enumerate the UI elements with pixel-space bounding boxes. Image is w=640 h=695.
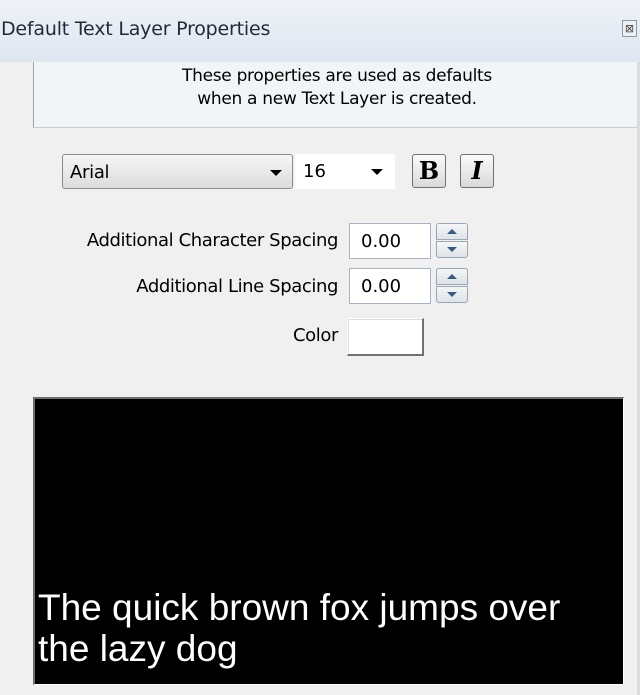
color-swatch-button[interactable]	[347, 318, 424, 356]
bold-button[interactable]: B	[412, 154, 446, 188]
font-size-value: 16	[303, 161, 326, 182]
preview-text: The quick brown fox jumps over the lazy …	[38, 587, 561, 669]
info-panel: These properties are used as defaults wh…	[33, 62, 640, 128]
text-preview: The quick brown fox jumps over the lazy …	[33, 397, 624, 685]
font-family-dropdown[interactable]: Arial	[62, 154, 293, 189]
arrow-down-icon	[447, 292, 457, 297]
window-title: Default Text Layer Properties	[1, 18, 271, 40]
info-line-2: when a new Text Layer is created.	[197, 89, 477, 109]
char-spacing-value: 0.00	[361, 231, 402, 252]
title-bar: Default Text Layer Properties ⊠	[0, 0, 640, 62]
line-spacing-input[interactable]: 0.00	[349, 268, 431, 304]
italic-button[interactable]: I	[460, 154, 494, 188]
font-size-dropdown[interactable]: 16	[295, 154, 395, 189]
char-spacing-input[interactable]: 0.00	[349, 223, 431, 259]
line-spacing-spinner[interactable]	[436, 268, 468, 304]
font-family-value: Arial	[70, 162, 110, 183]
arrow-up-icon	[447, 274, 457, 279]
line-spacing-label: Additional Line Spacing	[136, 276, 338, 297]
color-label: Color	[293, 325, 338, 346]
chevron-down-icon	[270, 170, 282, 176]
line-spacing-increment[interactable]	[436, 268, 468, 285]
char-spacing-decrement[interactable]	[436, 241, 468, 258]
arrow-up-icon	[447, 229, 457, 234]
char-spacing-label: Additional Character Spacing	[86, 230, 338, 251]
info-line-1: These properties are used as defaults	[182, 66, 492, 86]
close-icon[interactable]: ⊠	[622, 20, 637, 37]
line-spacing-decrement[interactable]	[436, 286, 468, 303]
chevron-down-icon	[371, 169, 383, 175]
arrow-down-icon	[447, 247, 457, 252]
char-spacing-increment[interactable]	[436, 223, 468, 240]
char-spacing-spinner[interactable]	[436, 223, 468, 259]
line-spacing-value: 0.00	[361, 276, 402, 297]
